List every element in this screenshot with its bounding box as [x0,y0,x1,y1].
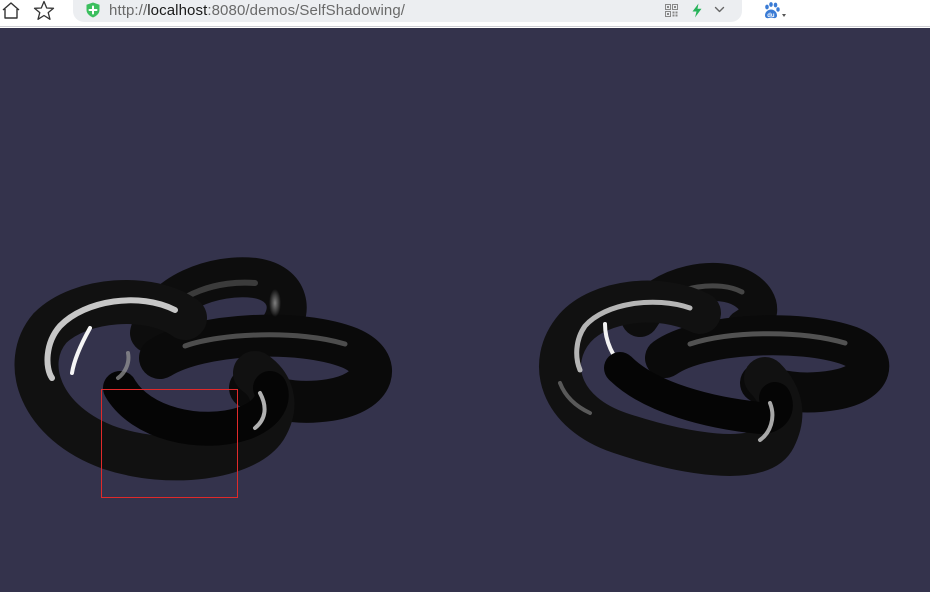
scene-render [14,257,890,481]
bookmark-button[interactable] [33,0,55,22]
home-icon [2,2,20,19]
selection-rectangle [101,389,238,498]
url-text[interactable]: http://localhost:8080/demos/SelfShadowin… [109,2,405,20]
chevron-down-icon[interactable] [714,5,725,14]
svg-text:du: du [767,13,775,19]
address-bar[interactable]: http://localhost:8080/demos/SelfShadowin… [73,0,742,22]
lightning-bolt-icon[interactable] [690,3,704,18]
browser-toolbar: http://localhost:8080/demos/SelfShadowin… [0,0,930,27]
knot-mesh-right [539,262,890,476]
url-scheme: http:// [109,2,148,19]
url-host: localhost [147,2,208,19]
url-path: :8080/demos/SelfShadowing/ [207,2,406,19]
search-engine-selector[interactable]: du [760,0,790,22]
qr-code-icon[interactable] [665,4,678,17]
star-icon [33,0,55,20]
home-button[interactable] [0,0,22,22]
webgl-canvas[interactable] [0,28,930,592]
baidu-paw-icon: du [765,2,786,19]
shield-plus-icon [86,2,100,18]
